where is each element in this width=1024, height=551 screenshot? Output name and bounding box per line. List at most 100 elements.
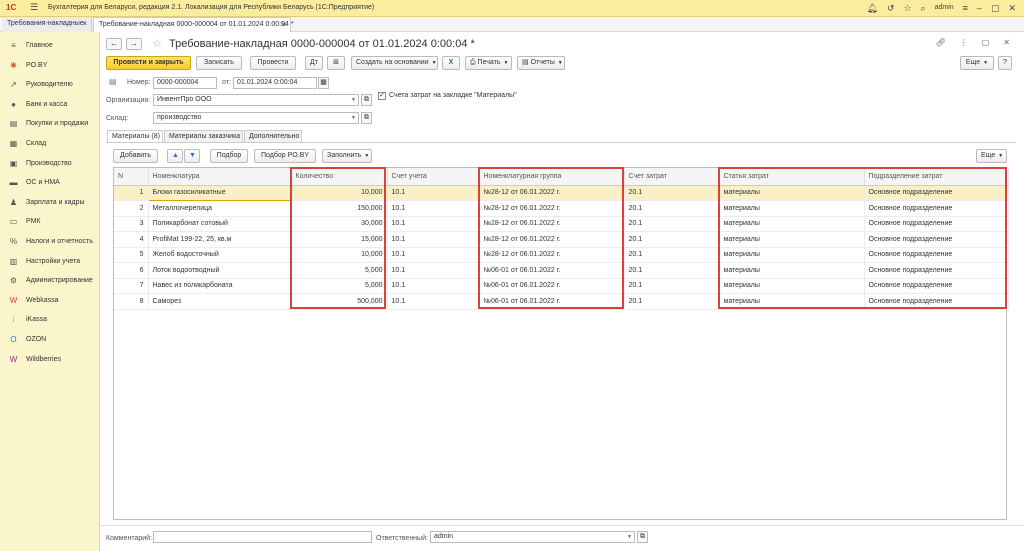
row-number[interactable]: 4 <box>114 231 149 248</box>
column-header-quantity[interactable]: Количество <box>291 168 388 186</box>
account-cell[interactable]: 10.1 <box>387 216 480 232</box>
materials-table[interactable]: N Номенклатура Количество Счет учета Ном… <box>113 167 1009 520</box>
cost-account-cell[interactable]: 20.1 <box>624 185 720 201</box>
chevron-down-icon[interactable]: ▼ <box>351 113 356 123</box>
favorite-star-icon[interactable]: ☆ <box>152 37 162 50</box>
forward-button[interactable]: → <box>126 38 142 50</box>
chevron-down-icon[interactable]: ▼ <box>351 95 356 105</box>
cost-item-cell[interactable]: материалы <box>719 185 865 201</box>
maximize-icon[interactable]: ▢ <box>991 2 1000 14</box>
more-vertical-icon[interactable]: ⋮ <box>960 38 968 47</box>
quantity-cell[interactable]: 30,000 <box>291 216 388 232</box>
close-icon[interactable]: × <box>82 19 87 28</box>
favorites-star-icon[interactable]: ☆ <box>903 2 911 14</box>
sidebar-item[interactable]: ♟ Зарплата и кадры <box>0 193 100 212</box>
table-row[interactable]: 5 Желоб водосточный 10,000 10.1 №28-12 от 06… <box>114 247 1009 263</box>
table-row[interactable]: 2 Металлочерепица 150,000 10.1 №28-12 от 06.… <box>114 200 1009 217</box>
item-group-cell[interactable]: №28-12 от 06.01.2022 г. <box>479 200 625 217</box>
close-icon[interactable]: × <box>281 20 286 29</box>
division-cell[interactable]: Основное подразделение <box>864 185 1009 201</box>
item-cell[interactable]: Навес из поликарбоната <box>148 278 292 294</box>
calendar-icon[interactable]: ▦ <box>318 77 329 89</box>
cost-item-cell[interactable]: материалы <box>719 200 865 217</box>
help-button[interactable]: ? <box>998 56 1012 70</box>
sidebar-item[interactable]: ● Банк и касса <box>0 95 100 114</box>
item-cell[interactable]: Желоб водосточный <box>148 247 292 263</box>
item-cell[interactable]: Металлочерепица <box>148 200 292 217</box>
quantity-cell[interactable]: 500,000 <box>291 293 388 310</box>
cost-account-cell[interactable]: 20.1 <box>624 247 720 263</box>
sidebar-item[interactable]: W Webkassa <box>0 291 100 310</box>
tab-requirements-list[interactable]: Требования-накладные × <box>2 17 92 32</box>
chevron-down-icon[interactable]: ▼ <box>627 532 632 542</box>
reports-button[interactable]: ▤ Отчеты ▼ <box>517 56 565 70</box>
item-group-cell[interactable]: №28-12 от 06.01.2022 г. <box>479 185 625 201</box>
row-number[interactable]: 3 <box>114 216 149 232</box>
move-up-icon[interactable]: ▲ <box>167 149 183 163</box>
row-number[interactable]: 6 <box>114 262 149 279</box>
division-cell[interactable]: Основное подразделение <box>864 262 1009 279</box>
sidebar-item[interactable]: ▦ Склад <box>0 134 100 153</box>
division-cell[interactable]: Основное подразделение <box>864 216 1009 232</box>
quantity-cell[interactable]: 5,000 <box>291 278 388 294</box>
responsible-field[interactable]: admin ▼ <box>430 531 635 543</box>
table-row[interactable]: 7 Навес из поликарбоната 5,000 10.1 №06-01 о… <box>114 278 1009 294</box>
more-button[interactable]: Еще ▼ <box>960 56 994 70</box>
sidebar-item[interactable]: ↗ Руководителю <box>0 75 100 94</box>
sidebar-item[interactable]: O OZON <box>0 330 100 349</box>
post-button[interactable]: Провести <box>250 56 296 70</box>
column-header-cost-account[interactable]: Счет затрат <box>624 168 720 186</box>
print-button[interactable]: ⎙ Печать ▼ <box>465 56 512 70</box>
sidebar-item[interactable]: % Налоги и отчетность <box>0 232 100 251</box>
item-group-cell[interactable]: №06-01 от 06.01.2022 г. <box>479 262 625 279</box>
sidebar-item[interactable]: W Wildberries <box>0 350 100 369</box>
cost-item-cell[interactable]: материалы <box>719 231 865 248</box>
table-row[interactable]: 6 Лоток водоотводный 5,000 10.1 №06-01 от 06… <box>114 262 1009 279</box>
sidebar-item[interactable]: ≡ Главное <box>0 36 100 55</box>
debit-credit-icon[interactable]: Дт <box>305 56 323 70</box>
item-cell[interactable]: Блоки газосиликатные <box>147 184 292 201</box>
cost-item-cell[interactable]: материалы <box>719 262 865 279</box>
number-field[interactable]: 0000-000004 <box>153 77 217 89</box>
cost-account-cell[interactable]: 20.1 <box>624 278 720 294</box>
row-number[interactable]: 7 <box>114 278 149 294</box>
division-cell[interactable]: Основное подразделение <box>864 247 1009 263</box>
cost-account-cell[interactable]: 20.1 <box>624 231 720 248</box>
account-cell[interactable]: 10.1 <box>387 247 480 263</box>
cost-item-cell[interactable]: материалы <box>719 278 865 294</box>
account-cell[interactable]: 10.1 <box>387 200 480 217</box>
sidebar-item[interactable]: ▣ Производство <box>0 154 100 173</box>
table-row[interactable]: 1 Блоки газосиликатные 10,000 10.1 №28-12 от… <box>114 184 1009 201</box>
create-based-on-button[interactable]: Создать на основании ▼ <box>351 56 438 70</box>
item-group-cell[interactable]: №06-01 от 06.01.2022 г. <box>479 278 625 294</box>
bell-icon[interactable]: 🔔︎ <box>866 2 877 14</box>
date-field[interactable]: 01.01.2024 0:00:04 <box>233 77 317 89</box>
division-cell[interactable]: Основное подразделение <box>864 200 1009 217</box>
user-name[interactable]: admin <box>935 2 954 14</box>
sidebar-item[interactable]: ▥ Настройки учета <box>0 252 100 271</box>
close-icon[interactable]: ✕ <box>1003 38 1010 47</box>
close-icon[interactable]: ✕ <box>1008 2 1016 14</box>
item-cell[interactable]: ProfiMat 199-22, 25, кв.м <box>148 231 292 248</box>
maximize-icon[interactable]: ▢ <box>982 38 990 47</box>
table-row[interactable]: 8 Саморез 500,000 10.1 №06-01 от 06.01.2022 … <box>114 293 1009 310</box>
back-button[interactable]: ← <box>106 38 122 50</box>
quantity-cell[interactable]: 10,000 <box>291 247 388 263</box>
account-cell[interactable]: 10.1 <box>387 185 480 201</box>
column-header-division[interactable]: Подразделение затрат <box>864 168 1009 186</box>
move-down-icon[interactable]: ▼ <box>184 149 200 163</box>
account-cell[interactable]: 10.1 <box>387 231 480 248</box>
sidebar-item[interactable]: ⚙ Администрирование <box>0 271 100 290</box>
item-cell[interactable]: Саморез <box>148 293 292 310</box>
open-link-icon[interactable]: ⧉ <box>637 531 648 543</box>
pick-button[interactable]: Подбор <box>210 149 248 163</box>
sidebar-item[interactable]: ▬ ОС и НМА <box>0 173 100 192</box>
warehouse-field[interactable]: производство ▼ <box>153 112 359 124</box>
row-number[interactable]: 2 <box>114 200 149 217</box>
structure-icon[interactable]: ⊞ <box>327 56 345 70</box>
settings-menu-icon[interactable]: ≡ <box>963 2 968 14</box>
link-icon[interactable]: 🔗︎ <box>936 38 946 47</box>
sidebar-item[interactable]: i iKassa <box>0 310 100 329</box>
column-header-cost-item[interactable]: Статья затрат <box>719 168 865 186</box>
row-number[interactable]: 8 <box>114 293 149 310</box>
